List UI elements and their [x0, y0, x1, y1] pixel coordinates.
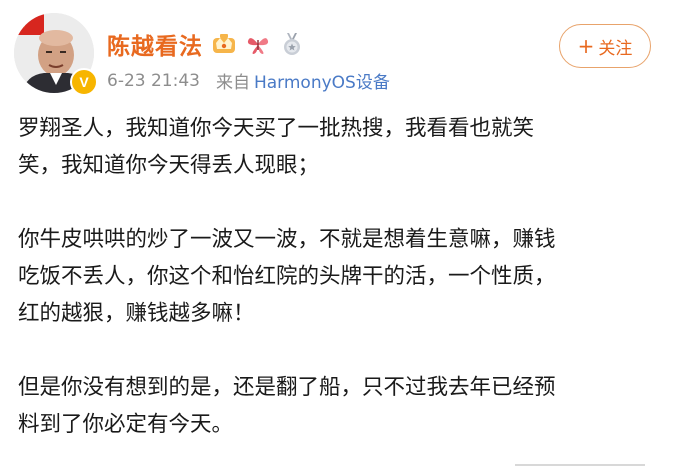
- follow-button[interactable]: + 关注: [559, 24, 651, 68]
- post-paragraph: 但是你没有想到的是，还是翻了船，只不过我去年已经预 料到了你必定有今天。: [18, 375, 556, 437]
- crown-badge-icon[interactable]: [211, 31, 237, 57]
- avatar-container[interactable]: V: [14, 13, 98, 96]
- author-badges: [211, 31, 313, 57]
- post-timestamp: 6-23 21:43: [107, 70, 200, 91]
- butterfly-badge-icon[interactable]: [245, 31, 271, 57]
- source-prefix: 来自: [215, 73, 250, 93]
- author-name-row: 陈越看法: [107, 27, 313, 61]
- source-device-link[interactable]: HarmonyOS设备: [254, 68, 390, 93]
- follow-button-label: 关注: [598, 38, 633, 59]
- medal-badge-icon[interactable]: [279, 31, 305, 57]
- verified-badge-icon: V: [70, 68, 98, 96]
- post-paragraph: 罗翔圣人，我知道你今天买了一批热搜，我看看也就笑 笑，我知道你今天得丢人现眼；: [18, 116, 535, 178]
- post-meta: 6-23 21:43 来自 HarmonyOS设备: [107, 68, 390, 94]
- author-name[interactable]: 陈越看法: [107, 27, 203, 61]
- plus-icon: +: [577, 34, 595, 58]
- weibo-post-card: V 陈越看法 6-23 21:43 来自 HarmonyOS设备 + 关注 罗翔…: [0, 0, 685, 466]
- post-content: 罗翔圣人，我知道你今天买了一批热搜，我看看也就笑 笑，我知道你今天得丢人现眼； …: [18, 110, 668, 466]
- post-paragraph: 你牛皮哄哄的炒了一波又一波，不就是想着生意嘛，赚钱 吃饭不丢人，你这个和怡红院的…: [18, 227, 556, 326]
